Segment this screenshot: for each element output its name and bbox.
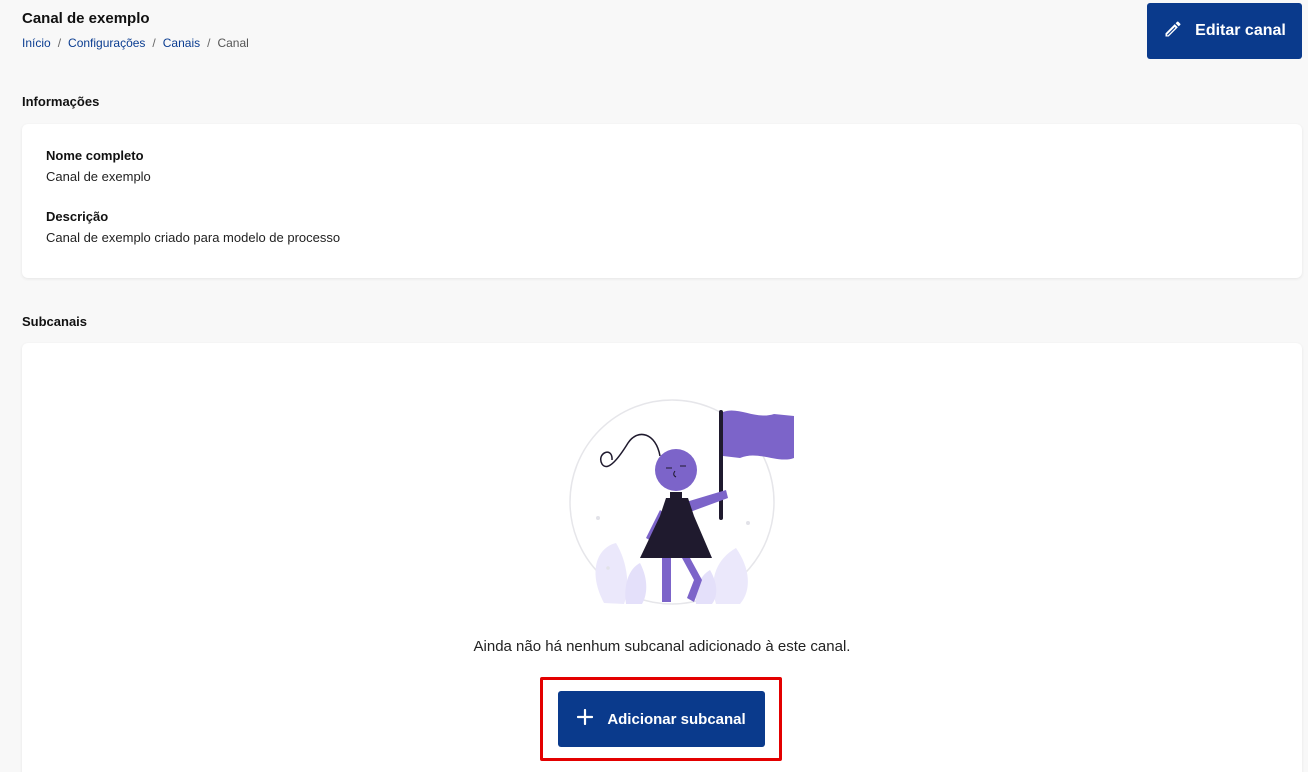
add-subchannel-button[interactable]: Adicionar subcanal — [558, 691, 765, 747]
breadcrumb-link-inicio[interactable]: Início — [22, 36, 51, 50]
info-section-title: Informações — [22, 94, 100, 109]
breadcrumb: Início / Configurações / Canais / Canal — [22, 36, 249, 50]
info-field-full-name: Nome completo Canal de exemplo — [46, 148, 1278, 184]
page-title: Canal de exemplo — [22, 10, 150, 27]
breadcrumb-separator: / — [207, 36, 211, 50]
edit-channel-button-label: Editar canal — [1195, 22, 1286, 39]
breadcrumb-separator: / — [152, 36, 156, 50]
add-subchannel-button-label: Adicionar subcanal — [607, 710, 746, 728]
subchannels-card: Ainda não há nenhum subcanal adicionado … — [22, 343, 1302, 772]
edit-channel-button[interactable]: Editar canal — [1147, 3, 1302, 59]
breadcrumb-current: Canal — [217, 36, 249, 50]
subchannels-section-title: Subcanais — [22, 314, 88, 329]
empty-state-flag-illustration — [568, 398, 800, 608]
field-value: Canal de exemplo criado para modelo de p… — [46, 230, 341, 245]
plus-icon — [577, 708, 594, 729]
empty-state-message: Ainda não há nenhum subcanal adicionado … — [473, 638, 851, 655]
field-label: Nome completo — [46, 148, 144, 163]
pencil-icon — [1163, 19, 1183, 44]
breadcrumb-link-configuracoes[interactable]: Configurações — [68, 36, 145, 50]
field-value: Canal de exemplo — [46, 169, 151, 184]
info-card: Nome completo Canal de exemplo Descrição… — [22, 124, 1302, 278]
field-label: Descrição — [46, 209, 109, 224]
info-field-description: Descrição Canal de exemplo criado para m… — [46, 209, 1278, 245]
breadcrumb-separator: / — [57, 36, 62, 50]
breadcrumb-link-canais[interactable]: Canais — [163, 36, 200, 50]
